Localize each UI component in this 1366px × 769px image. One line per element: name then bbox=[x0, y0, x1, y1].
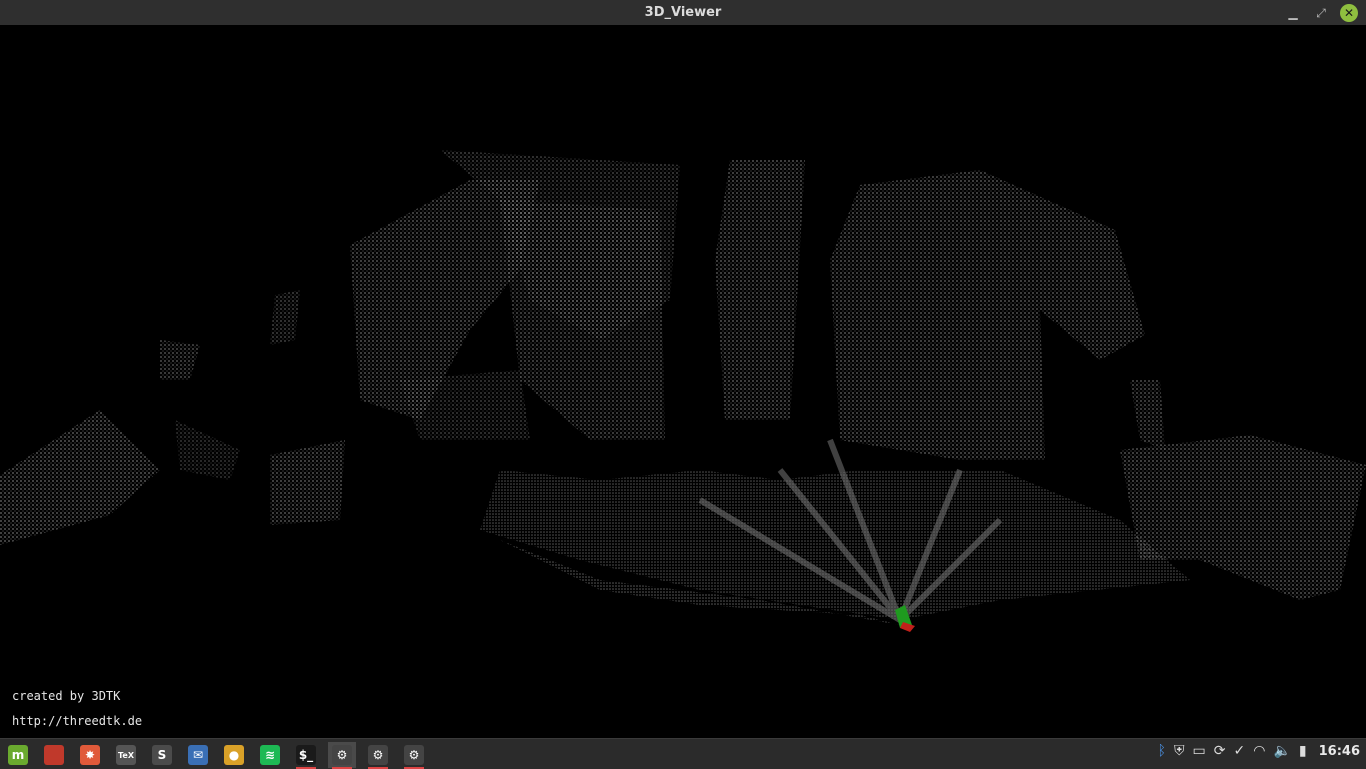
credit-text: created by 3DTK bbox=[12, 689, 121, 703]
taskbar-launcher[interactable]: ✸ bbox=[76, 742, 104, 768]
taskbar-launcher[interactable]: ⚙ bbox=[400, 742, 428, 769]
minimize-icon[interactable]: ▁ bbox=[1284, 4, 1302, 22]
taskbar-launcher[interactable]: ≋ bbox=[256, 742, 284, 768]
window-titlebar[interactable]: 3D_Viewer ▁ ⤢ ✕ bbox=[0, 0, 1366, 26]
credit-url: http://threedtk.de bbox=[12, 714, 143, 728]
point-cloud-render bbox=[0, 150, 1366, 632]
battery-icon[interactable]: ▮ bbox=[1299, 743, 1307, 759]
shield-icon[interactable]: ⛨ bbox=[1174, 743, 1185, 759]
system-tray: ᛒ ⛨ ▭ ⟳ ✓ ◠ 🔈 ▮ 16:46 bbox=[1158, 743, 1360, 759]
taskbar: m ✸ TeX S ✉ ● ≋ $_ ⚙ ⚙ ⚙ ᛒ ⛨ ▭ ⟳ ✓ ◠ 🔈 ▮ 16:46 bbox=[0, 738, 1366, 769]
settings-app-icon-2: ⚙ bbox=[368, 745, 388, 765]
close-icon[interactable]: ✕ bbox=[1340, 4, 1358, 22]
taskbar-launcher[interactable]: m bbox=[4, 742, 32, 768]
sync-icon[interactable]: ⟳ bbox=[1214, 743, 1226, 759]
taskbar-launcher[interactable]: ✉ bbox=[184, 742, 212, 768]
terminal-icon: $_ bbox=[296, 745, 316, 765]
taskbar-launcher[interactable]: ⚙ bbox=[328, 742, 356, 769]
clock[interactable]: 16:46 bbox=[1319, 744, 1360, 759]
taskbar-launcher[interactable]: $_ bbox=[292, 742, 320, 769]
display-icon[interactable]: ▭ bbox=[1193, 743, 1206, 759]
mail-icon: ✉ bbox=[188, 745, 208, 765]
screenshot-icon: ✸ bbox=[80, 745, 100, 765]
tex-icon: TeX bbox=[116, 745, 136, 765]
restore-icon[interactable]: ⤢ bbox=[1312, 4, 1330, 22]
taskbar-launcher[interactable] bbox=[40, 742, 68, 768]
files-icon bbox=[44, 745, 64, 765]
taskbar-launcher[interactable]: S bbox=[148, 742, 176, 768]
volume-icon[interactable]: 🔈 bbox=[1273, 743, 1290, 759]
point-cloud-viewport[interactable]: created by 3DTK http://threedtk.de bbox=[0, 25, 1366, 738]
window-title: 3D_Viewer bbox=[644, 5, 722, 20]
settings-app-icon-3: ⚙ bbox=[404, 745, 424, 765]
chrome-icon: ● bbox=[224, 745, 244, 765]
wifi-icon[interactable]: ◠ bbox=[1253, 743, 1265, 759]
spotify-icon: ≋ bbox=[260, 745, 280, 765]
check-icon[interactable]: ✓ bbox=[1234, 743, 1246, 759]
taskbar-launcher[interactable]: TeX bbox=[112, 742, 140, 768]
taskbar-launcher[interactable]: ● bbox=[220, 742, 248, 768]
mint-menu-icon: m bbox=[8, 745, 28, 765]
bluetooth-icon[interactable]: ᛒ bbox=[1158, 743, 1166, 759]
settings-app-icon-1: ⚙ bbox=[332, 745, 352, 765]
taskbar-launcher[interactable]: ⚙ bbox=[364, 742, 392, 769]
sublime-icon: S bbox=[152, 745, 172, 765]
